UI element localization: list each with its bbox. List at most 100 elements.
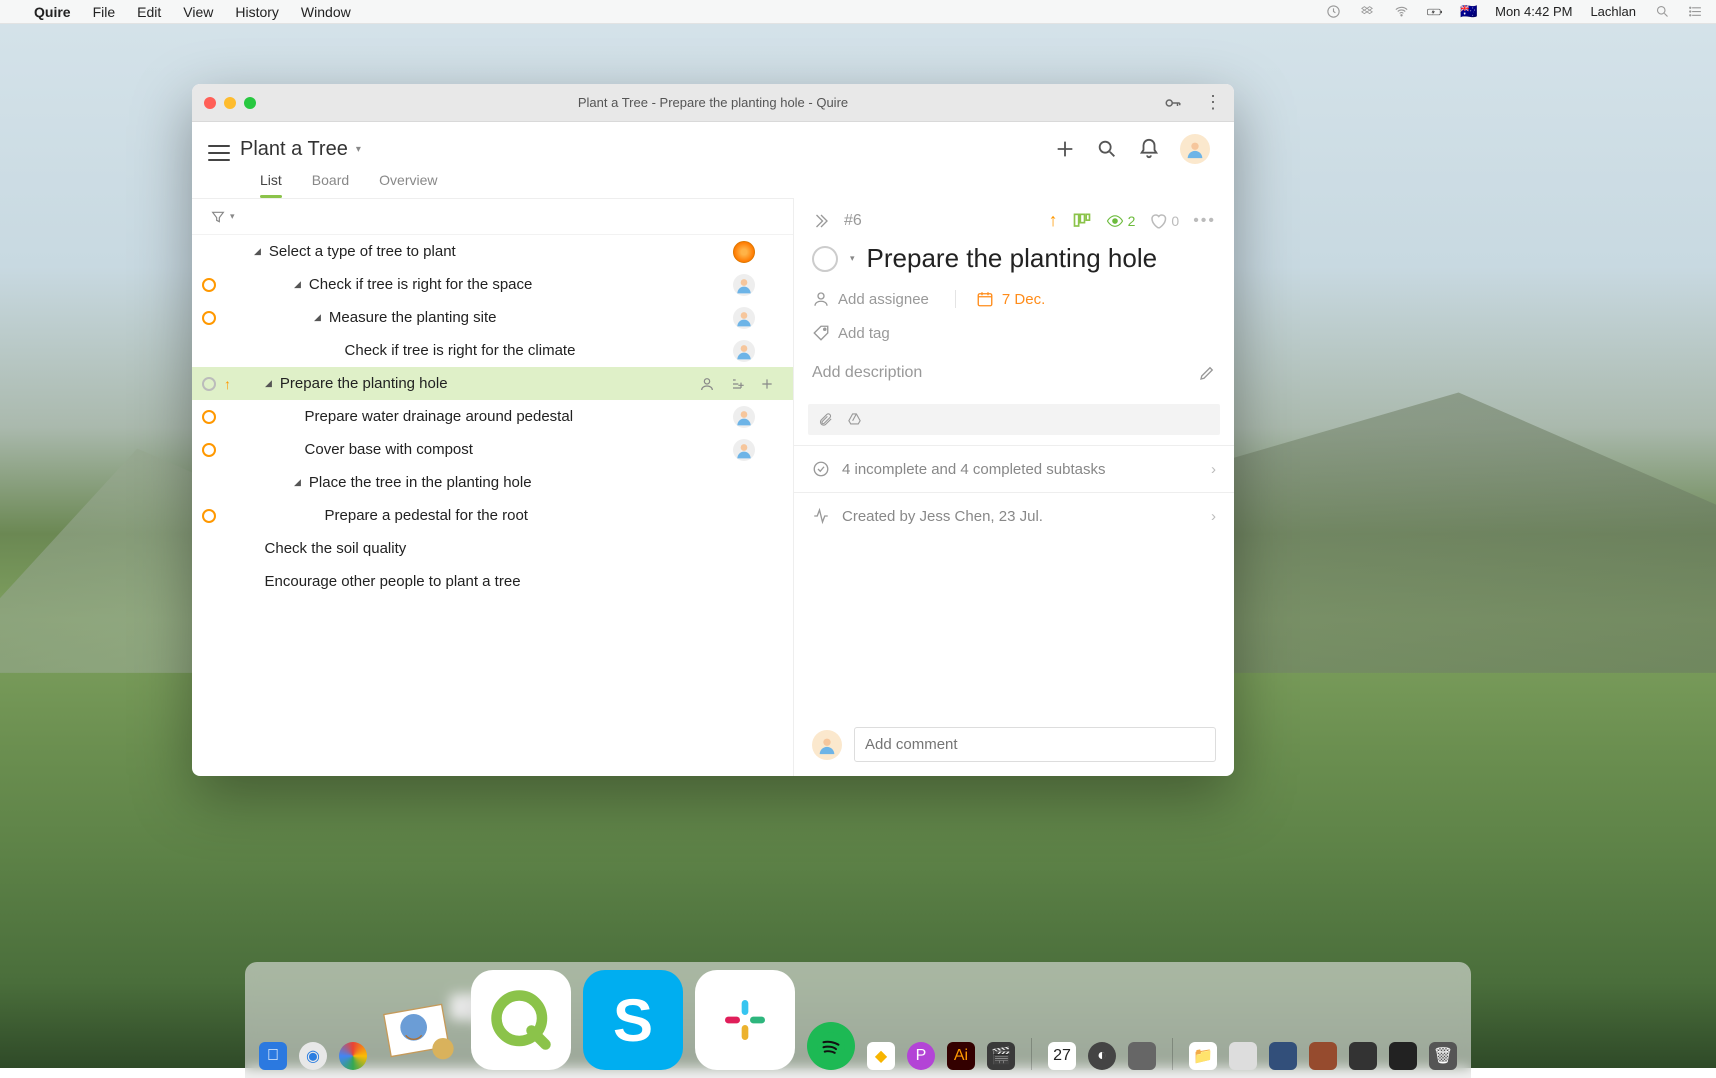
- dock-quire-icon[interactable]: [471, 970, 571, 1070]
- assignee-avatar[interactable]: [733, 307, 755, 329]
- menu-file[interactable]: File: [93, 4, 116, 20]
- dock-finalcut-icon[interactable]: 🎬: [987, 1042, 1015, 1070]
- task-title[interactable]: Prepare the planting hole: [867, 243, 1158, 274]
- task-status-slot[interactable]: [192, 377, 226, 391]
- tag-field[interactable]: Add tag: [794, 314, 1234, 352]
- add-button[interactable]: [1054, 138, 1076, 160]
- minimize-window-button[interactable]: [224, 97, 236, 109]
- dock-chrome-icon[interactable]: [339, 1042, 367, 1070]
- dock-skype-icon[interactable]: S: [583, 970, 683, 1070]
- filter-bar[interactable]: ▾: [192, 199, 793, 235]
- dock-finder-icon[interactable]: 􀈕: [259, 1042, 287, 1070]
- timemachine-icon[interactable]: [1325, 4, 1341, 20]
- search-icon[interactable]: [1096, 138, 1118, 160]
- add-icon[interactable]: [759, 376, 775, 392]
- close-window-button[interactable]: [204, 97, 216, 109]
- dropbox-icon[interactable]: [1359, 4, 1375, 20]
- subtasks-summary[interactable]: 4 incomplete and 4 completed subtasks ›: [794, 445, 1234, 492]
- window-titlebar[interactable]: Plant a Tree - Prepare the planting hole…: [192, 84, 1234, 122]
- assignee-icon[interactable]: [699, 376, 715, 392]
- sidebar-toggle-icon[interactable]: [208, 145, 230, 161]
- task-status-slot[interactable]: [192, 410, 226, 424]
- tab-board[interactable]: Board: [312, 172, 349, 198]
- task-row[interactable]: Prepare a pedestal for the root: [192, 499, 793, 532]
- key-icon[interactable]: [1164, 94, 1182, 112]
- tag-badge-icon[interactable]: [733, 241, 755, 263]
- task-status-slot[interactable]: [192, 443, 226, 457]
- wifi-icon[interactable]: [1393, 4, 1409, 20]
- dock-item-icon[interactable]: [1309, 1042, 1337, 1070]
- expand-caret-icon[interactable]: ◢: [254, 246, 261, 257]
- expand-caret-icon[interactable]: ◢: [294, 477, 301, 488]
- menu-window[interactable]: Window: [301, 4, 351, 20]
- menu-view[interactable]: View: [183, 4, 213, 20]
- battery-icon[interactable]: [1427, 4, 1443, 20]
- dock-app2-icon[interactable]: ◐: [1088, 1042, 1116, 1070]
- dock-item-icon[interactable]: [1229, 1042, 1257, 1070]
- attachment-bar[interactable]: [808, 404, 1220, 435]
- task-row[interactable]: ↑◢Prepare the planting hole: [192, 367, 793, 400]
- detail-more-icon[interactable]: •••: [1193, 212, 1216, 230]
- task-row[interactable]: Check if tree is right for the climate: [192, 334, 793, 367]
- expand-caret-icon[interactable]: ◢: [294, 279, 301, 290]
- assignee-avatar[interactable]: [733, 340, 755, 362]
- menu-history[interactable]: History: [235, 4, 279, 20]
- dock-trash-icon[interactable]: 🗑: [1429, 1042, 1457, 1070]
- task-row[interactable]: ◢Place the tree in the planting hole: [192, 466, 793, 499]
- dock-safari-icon[interactable]: ◉: [299, 1042, 327, 1070]
- assignee-field[interactable]: Add assignee: [812, 290, 929, 308]
- due-date-field[interactable]: 7 Dec.: [955, 290, 1045, 308]
- task-row[interactable]: Prepare water drainage around pedestal: [192, 400, 793, 433]
- dock-folder-icon[interactable]: 📁: [1189, 1042, 1217, 1070]
- task-row[interactable]: ◢Check if tree is right for the space: [192, 268, 793, 301]
- dock-spotify-icon[interactable]: [807, 1022, 855, 1070]
- expand-caret-icon[interactable]: ◢: [314, 312, 321, 323]
- expand-caret-icon[interactable]: ◢: [265, 378, 272, 389]
- dock-app3-icon[interactable]: [1128, 1042, 1156, 1070]
- tab-overview[interactable]: Overview: [379, 172, 437, 198]
- assignee-avatar[interactable]: [733, 406, 755, 428]
- board-icon[interactable]: [1072, 211, 1092, 231]
- menu-edit[interactable]: Edit: [137, 4, 161, 20]
- dock-slack-icon[interactable]: [695, 970, 795, 1070]
- task-status-slot[interactable]: [192, 311, 226, 325]
- description-field[interactable]: Add description: [794, 352, 1234, 394]
- dock-item-icon[interactable]: [1389, 1042, 1417, 1070]
- priority-arrow-icon[interactable]: ↑: [1049, 210, 1058, 231]
- status-chevron-icon[interactable]: ▾: [850, 253, 855, 264]
- activity-summary[interactable]: Created by Jess Chen, 23 Jul. ›: [794, 492, 1234, 539]
- subtask-add-icon[interactable]: [729, 376, 745, 392]
- likes-count[interactable]: 0: [1149, 212, 1179, 230]
- dock-illustrator-icon[interactable]: Ai: [947, 1042, 975, 1070]
- task-row[interactable]: ◢Measure the planting site: [192, 301, 793, 334]
- dock-sketch-icon[interactable]: ◆: [867, 1042, 895, 1070]
- window-more-icon[interactable]: ⋮: [1204, 92, 1222, 113]
- flag-icon[interactable]: 🇦🇺: [1461, 4, 1477, 20]
- notifications-icon[interactable]: [1138, 138, 1160, 160]
- user-menu[interactable]: Lachlan: [1590, 4, 1636, 19]
- assignee-avatar[interactable]: [733, 274, 755, 296]
- task-row[interactable]: ◢Select a type of tree to plant: [192, 235, 793, 268]
- project-name-dropdown[interactable]: Plant a Tree ▾: [240, 138, 361, 161]
- task-row[interactable]: Encourage other people to plant a tree: [192, 565, 793, 598]
- dock-item-icon[interactable]: [1269, 1042, 1297, 1070]
- tab-list[interactable]: List: [260, 172, 282, 198]
- maximize-window-button[interactable]: [244, 97, 256, 109]
- collapse-detail-icon[interactable]: [812, 212, 830, 230]
- task-status-slot[interactable]: [192, 278, 226, 292]
- dock-app-icon[interactable]: P: [907, 1042, 935, 1070]
- task-row[interactable]: Cover base with compost: [192, 433, 793, 466]
- task-status-slot[interactable]: [192, 509, 226, 523]
- current-user-avatar[interactable]: [1180, 134, 1210, 164]
- watchers-count[interactable]: 2: [1106, 212, 1136, 230]
- dock-mail-icon[interactable]: [379, 990, 459, 1070]
- spotlight-icon[interactable]: [1654, 4, 1670, 20]
- comment-input[interactable]: [854, 727, 1216, 762]
- list-icon[interactable]: [1688, 4, 1704, 20]
- complete-toggle[interactable]: [812, 246, 838, 272]
- clock[interactable]: Mon 4:42 PM: [1495, 4, 1572, 19]
- dock-item-icon[interactable]: [1349, 1042, 1377, 1070]
- dock-calendar-icon[interactable]: 27: [1048, 1042, 1076, 1070]
- app-menu[interactable]: Quire: [34, 4, 71, 20]
- assignee-avatar[interactable]: [733, 439, 755, 461]
